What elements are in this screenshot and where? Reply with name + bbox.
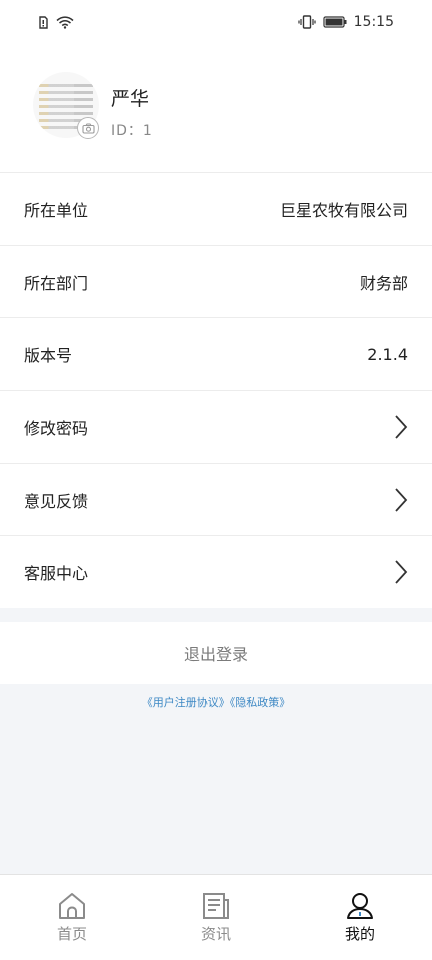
status-left [38,15,74,29]
bottom-tab-bar: 首页 资讯 我的 [0,874,432,960]
tab-label: 资讯 [200,924,231,943]
profile-header: 严华 ID：1 [0,44,432,172]
row-label: 修改密码 [24,418,89,438]
row-department: 所在部门 财务部 [0,244,432,318]
tab-label: 首页 [56,924,87,943]
profile-icon [347,892,373,919]
status-time: 15:15 [353,14,394,30]
row-value: 巨星农牧有限公司 [279,200,408,220]
row-value: 2.1.4 [367,344,408,364]
status-bar: 15:15 [0,0,432,44]
row-company: 所在单位 巨星农牧有限公司 [0,172,432,245]
news-icon [203,892,229,919]
row-customer-service[interactable]: 客服中心 [0,535,432,608]
row-version: 版本号 2.1.4 [0,317,432,390]
home-icon [59,892,85,919]
status-right: 15:15 [298,14,394,30]
settings-list: 所在单位 巨星农牧有限公司 所在部门 财务部 版本号 2.1.4 修改密码 意见… [0,172,432,609]
row-label: 所在单位 [24,200,89,220]
tab-label: 我的 [344,924,375,943]
camera-icon[interactable] [77,117,99,139]
tab-home[interactable]: 首页 [12,892,132,944]
tab-profile[interactable]: 我的 [300,892,420,944]
logout-button[interactable]: 退出登录 [0,622,432,684]
user-name: 严华 [111,88,150,110]
chevron-right-icon [395,560,408,584]
user-id: ID：1 [111,123,153,139]
row-label: 版本号 [24,346,73,366]
row-label: 所在部门 [24,273,89,293]
row-value: 财务部 [359,273,408,293]
wifi-icon [56,15,74,29]
chevron-right-icon [395,415,408,439]
chevron-right-icon [395,487,408,512]
sim-icon [39,15,48,29]
tab-news[interactable]: 资讯 [156,892,276,944]
row-feedback[interactable]: 意见反馈 [0,462,432,536]
policy-links[interactable]: 《用户注册协议》《隐私政策》 [0,694,432,710]
row-label: 意见反馈 [24,491,89,511]
row-label: 客服中心 [24,564,89,584]
battery-icon [323,16,347,28]
row-change-password[interactable]: 修改密码 [0,390,432,463]
vibrate-icon [298,15,316,29]
